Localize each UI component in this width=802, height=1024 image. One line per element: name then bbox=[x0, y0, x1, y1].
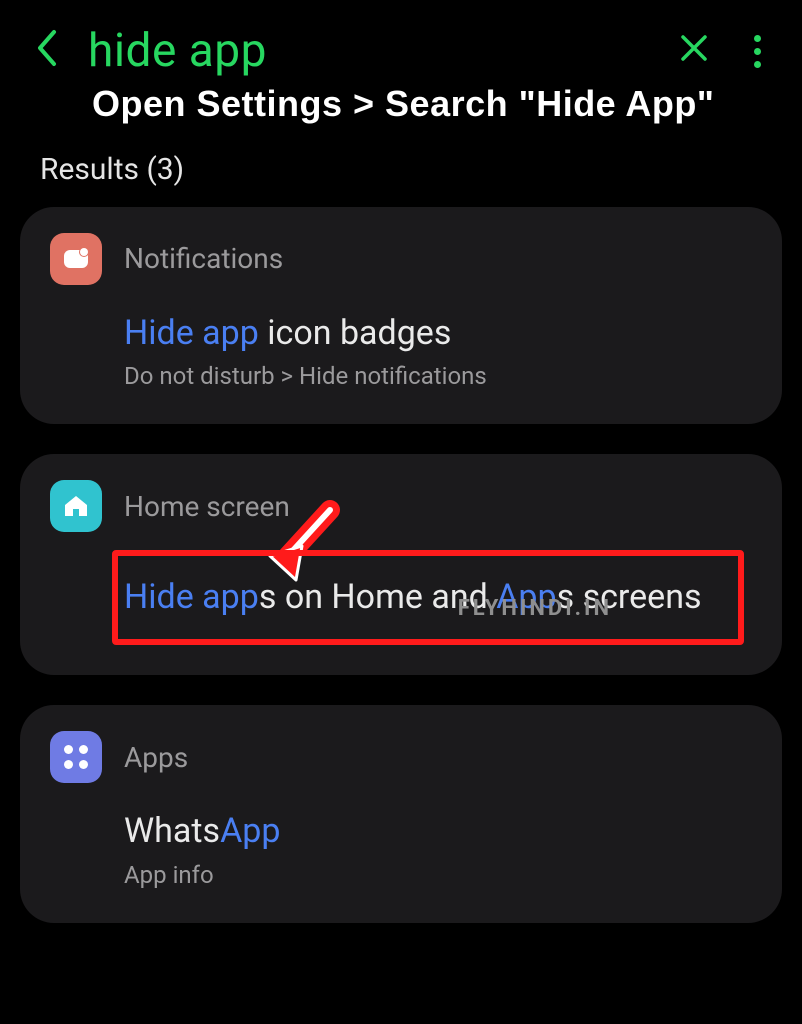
result-item-hide-app-icon-badges[interactable]: Hide app icon badges Do not disturb > Hi… bbox=[50, 311, 752, 391]
results-count: Results (3) bbox=[20, 142, 782, 207]
result-card-notifications: Notifications Hide app icon badges Do no… bbox=[20, 207, 782, 425]
card-header: Home screen bbox=[50, 480, 752, 532]
more-icon[interactable] bbox=[744, 35, 774, 68]
result-item-title: Hide app icon badges bbox=[124, 311, 752, 357]
result-item-path: App info bbox=[124, 861, 752, 889]
notifications-icon bbox=[50, 233, 102, 285]
result-card-apps: Apps WhatsApp App info bbox=[20, 705, 782, 923]
back-icon[interactable] bbox=[28, 28, 66, 75]
search-header: hide app bbox=[20, 14, 782, 84]
clear-icon[interactable] bbox=[666, 31, 722, 71]
result-item-title: Hide apps on Home and Apps screens bbox=[124, 572, 742, 623]
card-title: Notifications bbox=[124, 242, 283, 275]
result-item-path: Do not disturb > Hide notifications bbox=[124, 362, 752, 390]
result-item-hide-apps-home[interactable]: Hide apps on Home and Apps screens FLYHI… bbox=[50, 558, 752, 641]
result-card-home-screen: Home screen Hide apps on Home and Apps s… bbox=[20, 454, 782, 675]
card-title: Home screen bbox=[124, 490, 290, 523]
card-header: Notifications bbox=[50, 233, 752, 285]
card-header: Apps bbox=[50, 731, 752, 783]
result-item-whatsapp[interactable]: WhatsApp App info bbox=[50, 809, 752, 889]
home-icon bbox=[50, 480, 102, 532]
apps-icon bbox=[50, 731, 102, 783]
result-item-title: WhatsApp bbox=[124, 809, 752, 855]
instruction-overlay: Open Settings > Search "Hide App" bbox=[20, 84, 782, 142]
search-input[interactable]: hide app bbox=[88, 24, 644, 78]
card-title: Apps bbox=[124, 741, 188, 774]
